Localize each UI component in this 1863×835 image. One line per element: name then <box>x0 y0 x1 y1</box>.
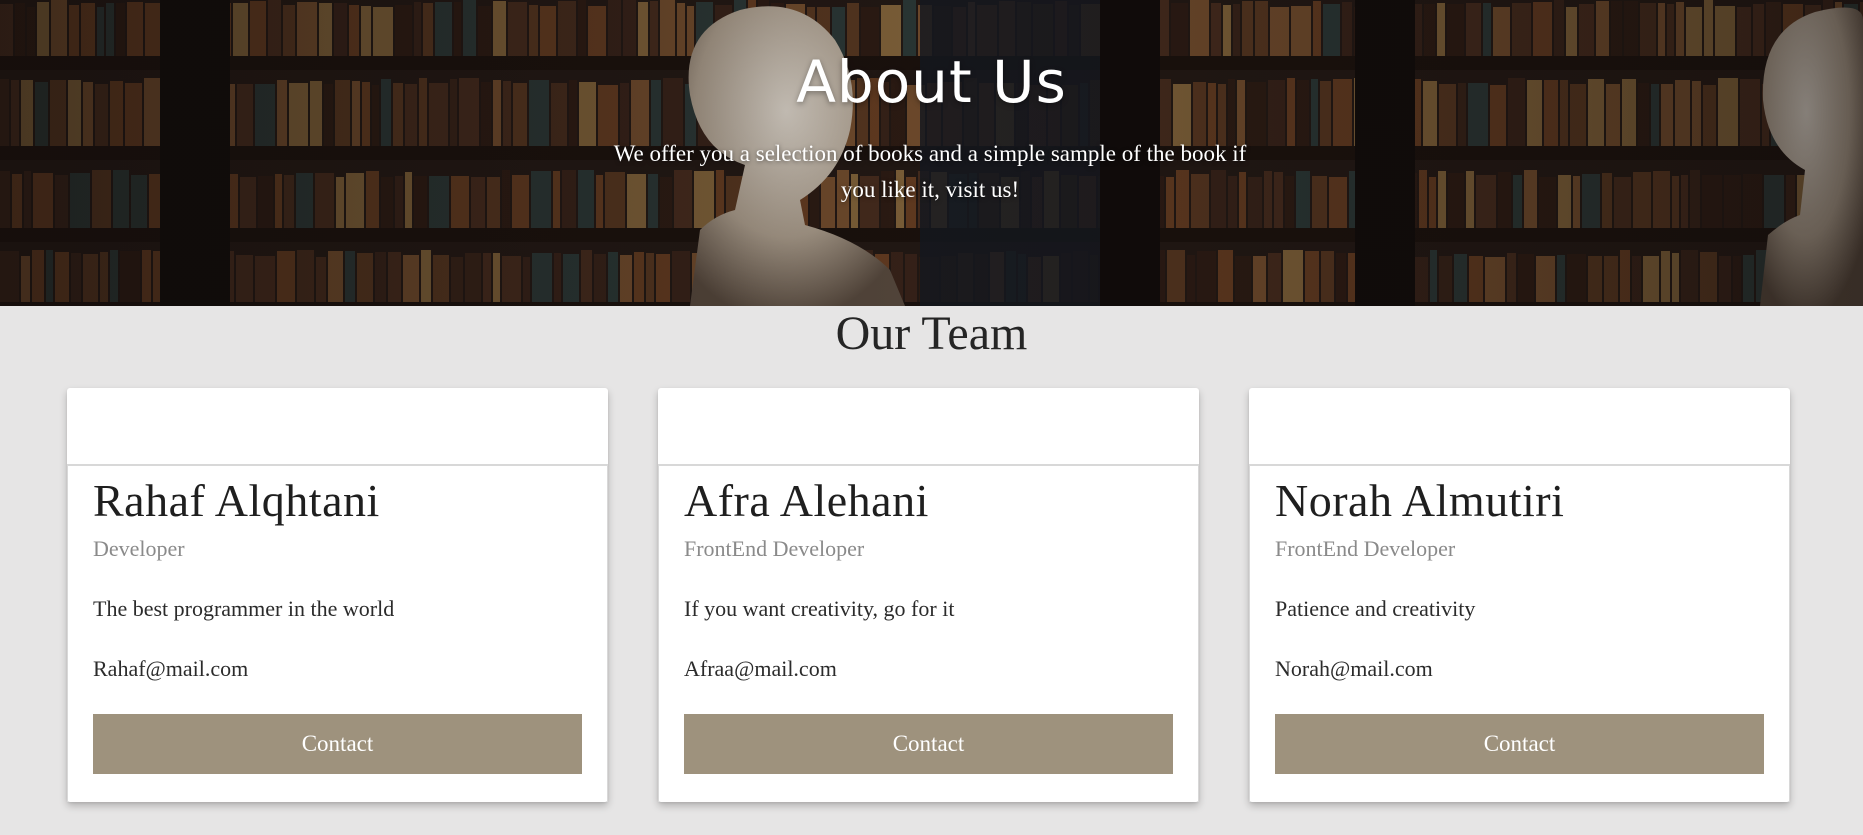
page-title: About Us <box>796 48 1067 116</box>
team-heading: Our Team <box>835 307 1028 360</box>
member-description: The best programmer in the world <box>93 596 395 621</box>
team-card: Norah Almutiri FrontEnd Developer Patien… <box>1249 388 1790 802</box>
team-card: Afra Alehani FrontEnd Developer If you w… <box>658 388 1199 802</box>
member-name: Afra Alehani <box>684 475 929 526</box>
member-role: FrontEnd Developer <box>684 536 865 561</box>
team-card: Rahaf Alqhtani Developer The best progra… <box>67 388 608 802</box>
member-description: Patience and creativity <box>1275 596 1476 621</box>
card-body: Afra Alehani FrontEnd Developer If you w… <box>658 466 1199 802</box>
hero-subtitle: We offer you a selection of books and a … <box>613 141 1247 202</box>
member-photo <box>658 388 1199 466</box>
card-body: Norah Almutiri FrontEnd Developer Patien… <box>1249 466 1790 802</box>
hero-banner: About Us We offer you a selection of boo… <box>0 0 1863 306</box>
member-email: Rahaf@mail.com <box>93 656 249 681</box>
contact-button[interactable]: Contact <box>93 714 582 774</box>
card-body: Rahaf Alqhtani Developer The best progra… <box>67 466 608 802</box>
member-name: Norah Almutiri <box>1275 475 1565 526</box>
member-name: Rahaf Alqhtani <box>93 475 380 526</box>
contact-button[interactable]: Contact <box>684 714 1173 774</box>
member-role: FrontEnd Developer <box>1275 536 1456 561</box>
member-email: Afraa@mail.com <box>684 656 837 681</box>
member-description: If you want creativity, go for it <box>684 596 955 621</box>
member-role: Developer <box>93 536 185 561</box>
contact-button[interactable]: Contact <box>1275 714 1764 774</box>
member-photo <box>67 388 608 466</box>
member-email: Norah@mail.com <box>1275 656 1433 681</box>
member-photo <box>1249 388 1790 466</box>
